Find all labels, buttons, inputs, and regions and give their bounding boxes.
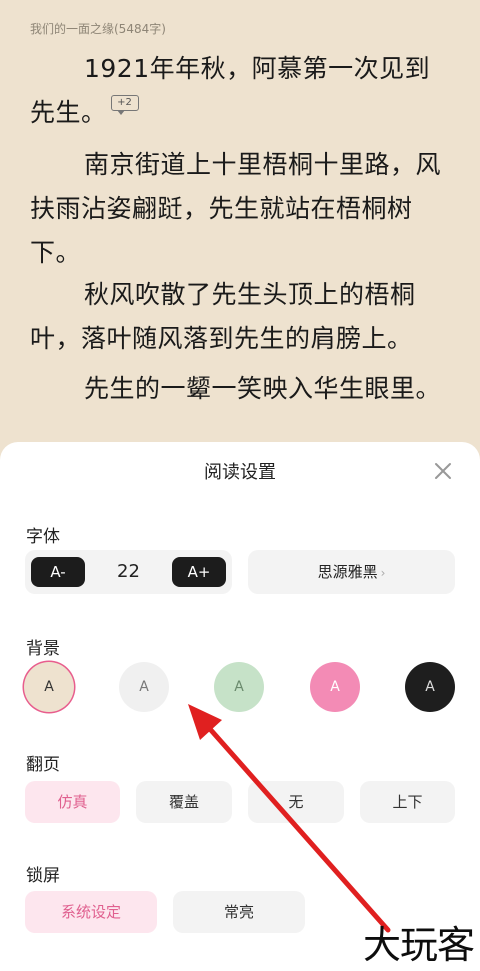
background-swatch-green[interactable]: A — [214, 662, 264, 712]
background-section-label: 背景 — [26, 639, 60, 659]
font-size-control: A- 22 A+ — [25, 550, 232, 594]
lock-screen-option-always-on[interactable]: 常亮 — [173, 891, 305, 933]
page-turn-option-simulation[interactable]: 仿真 — [25, 781, 120, 823]
comment-badge[interactable]: +2 — [110, 95, 139, 115]
watermark-logo: 大玩客 — [362, 923, 475, 967]
font-decrease-button[interactable]: A- — [31, 557, 85, 587]
paragraph: 南京街道上十里梧桐十里路，风扶雨沾姿翩跹，先生就站在梧桐树下。 — [30, 150, 442, 267]
paragraph: 1921年年秋，阿慕第一次见到先生。 +2 — [30, 47, 450, 135]
paragraph: 先生的一颦一笑映入华生眼里。 — [84, 374, 442, 403]
chevron-right-icon: › — [380, 566, 386, 580]
chapter-header: 我们的一面之缘(5484字) — [30, 22, 166, 36]
close-button[interactable] — [430, 458, 456, 484]
page-turn-option-none[interactable]: 无 — [248, 781, 344, 823]
sheet-title: 阅读设置 — [204, 462, 276, 483]
page-turn-option-cover[interactable]: 覆盖 — [136, 781, 232, 823]
reading-settings-sheet: 阅读设置 字体 A- 22 A+ 思源雅黑 › 背景 A A A A A 翻页 仿… — [0, 442, 480, 971]
font-section-label: 字体 — [26, 527, 60, 547]
close-icon — [435, 463, 451, 479]
paragraph: 秋风吹散了先生头顶上的梧桐叶，落叶随风落到先生的肩膀上。 — [30, 280, 416, 353]
font-increase-button[interactable]: A+ — [172, 557, 226, 587]
lock-screen-section-label: 锁屏 — [26, 866, 60, 886]
font-family-label: 思源雅黑 — [317, 563, 378, 581]
font-family-button[interactable]: 思源雅黑 › — [248, 550, 455, 594]
background-swatch-beige[interactable]: A — [24, 662, 74, 712]
reading-page: 我们的一面之缘(5484字) 1921年年秋，阿慕第一次见到先生。 +2 南京街道… — [0, 0, 480, 450]
paragraph-text: 1921年年秋，阿慕第一次见到先生。 — [30, 54, 431, 127]
lock-screen-option-system[interactable]: 系统设定 — [25, 891, 157, 933]
background-swatch-gray[interactable]: A — [119, 662, 169, 712]
page-turn-section-label: 翻页 — [26, 755, 60, 775]
page-turn-option-vertical[interactable]: 上下 — [360, 781, 455, 823]
font-size-value: 22 — [117, 561, 140, 582]
background-swatch-pink[interactable]: A — [310, 662, 360, 712]
background-swatch-black[interactable]: A — [405, 662, 455, 712]
